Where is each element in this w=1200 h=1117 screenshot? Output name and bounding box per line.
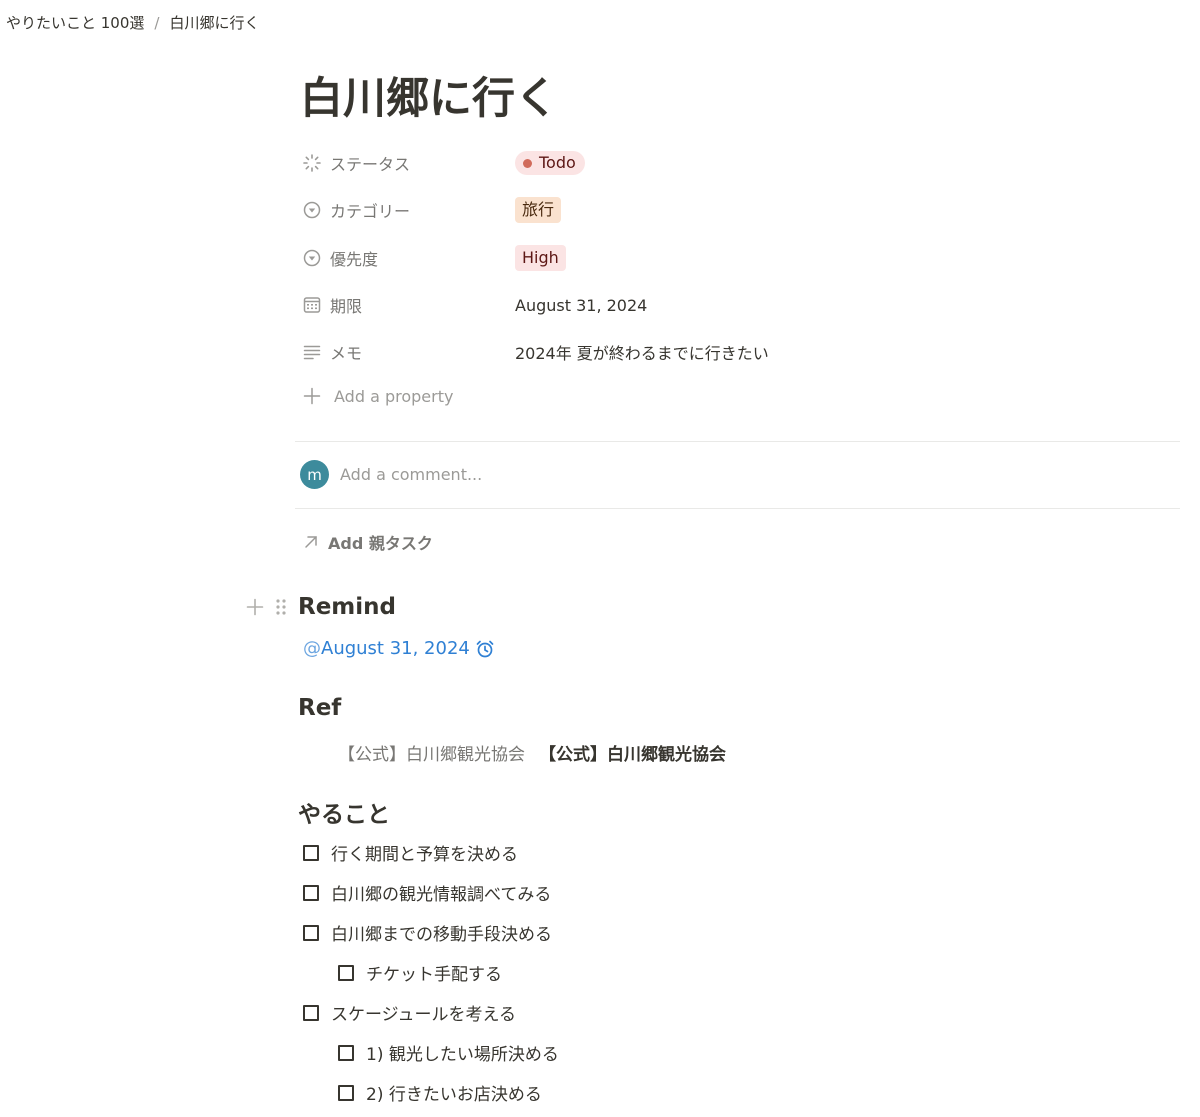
select-icon (303, 201, 321, 219)
text-lines-icon (303, 345, 321, 360)
comment-row: m Add a comment... (300, 460, 482, 489)
add-property-button[interactable]: Add a property (302, 386, 453, 406)
property-priority: 優先度 High (300, 240, 1180, 276)
plus-icon (303, 387, 321, 405)
todo-heading[interactable]: やること (298, 795, 390, 829)
property-status-value[interactable]: Todo (515, 151, 585, 175)
page-title[interactable]: 白川郷に行く (300, 64, 558, 126)
ref-icon-text: 【公式】白川郷観光協会 (338, 745, 525, 765)
checkbox[interactable] (303, 884, 319, 901)
todo-text[interactable]: 2) 行きたいお店決める (366, 1080, 542, 1105)
status-spinner-icon (303, 154, 321, 172)
add-property-label: Add a property (334, 386, 454, 406)
property-deadline: 期限 August 31, 2024 (300, 287, 1180, 323)
block-handle (246, 598, 288, 616)
todo-item: 2) 行きたいお店決める (338, 1080, 542, 1105)
breadcrumb-current[interactable]: 白川郷に行く (169, 12, 259, 33)
property-label: 期限 (330, 297, 363, 316)
property-memo-value[interactable]: 2024年 夏が終わるまでに行きたい (515, 340, 769, 364)
property-category-value[interactable]: 旅行 (515, 197, 562, 223)
select-icon (303, 249, 321, 267)
checkbox[interactable] (303, 844, 319, 861)
ref-heading[interactable]: Ref (298, 695, 341, 721)
calendar-icon (303, 297, 321, 313)
todo-text[interactable]: 白川郷までの移動手段決める (331, 920, 552, 945)
status-text: Todo (539, 153, 576, 172)
property-label: メモ (330, 344, 363, 363)
divider (295, 441, 1180, 442)
todo-item: 白川郷の観光情報調べてみる (303, 880, 551, 905)
property-priority-value[interactable]: High (515, 245, 566, 271)
checkbox[interactable] (338, 1084, 354, 1101)
add-parent-task-label: Add 親タスク (328, 534, 433, 553)
todo-text[interactable]: チケット手配する (366, 960, 502, 985)
todo-item: 1) 観光したい場所決める (338, 1040, 559, 1065)
arrow-up-right-icon (305, 536, 317, 548)
priority-tag: High (515, 245, 566, 271)
checkbox[interactable] (338, 1044, 354, 1061)
plus-icon[interactable] (246, 598, 264, 616)
status-dot (523, 158, 532, 168)
todo-text[interactable]: 1) 観光したい場所決める (366, 1040, 559, 1065)
remind-heading[interactable]: Remind (298, 594, 396, 620)
property-label: カテゴリー (330, 202, 411, 221)
property-deadline-name[interactable]: 期限 (302, 293, 362, 317)
property-status-name[interactable]: ステータス (302, 151, 410, 175)
property-status: ステータス Todo (300, 145, 1180, 181)
alarm-clock-icon (476, 640, 494, 657)
todo-item: 行く期間と予算を決める (303, 840, 518, 865)
drag-handle-icon[interactable] (274, 598, 288, 616)
category-tag: 旅行 (515, 197, 562, 223)
property-memo-name[interactable]: メモ (302, 340, 362, 364)
mention-at: @ (303, 638, 321, 659)
property-label: 優先度 (330, 250, 379, 269)
ref-bookmark: 【公式】白川郷観光協会 【公式】白川郷観光協会 (338, 740, 726, 765)
mention-date: August 31, 2024 (321, 638, 470, 659)
property-label: ステータス (330, 155, 411, 174)
add-parent-task-button[interactable]: Add 親タスク (303, 530, 433, 554)
breadcrumb-parent[interactable]: やりたいこと 100選 (6, 12, 144, 33)
comment-input[interactable]: Add a comment... (340, 465, 482, 484)
checkbox[interactable] (303, 924, 319, 941)
property-category: カテゴリー 旅行 (300, 192, 1180, 228)
todo-item: 白川郷までの移動手段決める (303, 920, 552, 945)
avatar: m (300, 460, 329, 489)
checkbox[interactable] (338, 964, 354, 981)
ref-link[interactable]: 【公式】白川郷観光協会 (539, 740, 726, 765)
todo-text[interactable]: 行く期間と予算を決める (331, 840, 518, 865)
todo-item: スケージュールを考える (303, 1000, 516, 1025)
todo-text[interactable]: 白川郷の観光情報調べてみる (331, 880, 551, 905)
divider (295, 508, 1180, 509)
remind-date-mention[interactable]: @ August 31, 2024 (303, 638, 495, 659)
property-deadline-value[interactable]: August 31, 2024 (515, 296, 647, 315)
property-memo: メモ 2024年 夏が終わるまでに行きたい (300, 334, 1180, 370)
todo-text[interactable]: スケージュールを考える (331, 1000, 516, 1025)
breadcrumb-separator: / (154, 13, 160, 32)
breadcrumb: やりたいこと 100選 / 白川郷に行く (6, 12, 259, 33)
status-badge: Todo (515, 151, 585, 175)
property-category-name[interactable]: カテゴリー (302, 198, 410, 222)
property-priority-name[interactable]: 優先度 (302, 246, 378, 270)
checkbox[interactable] (303, 1004, 319, 1021)
todo-item: チケット手配する (338, 960, 502, 985)
